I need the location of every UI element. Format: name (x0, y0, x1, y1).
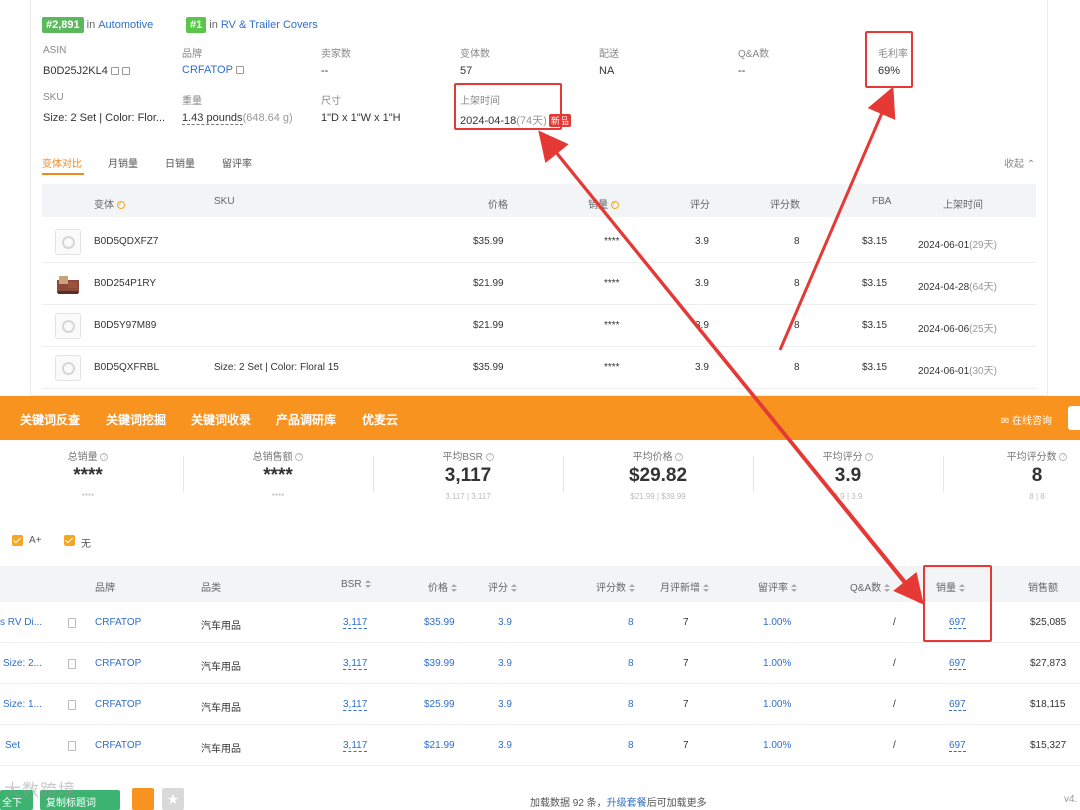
arrow-to-margin (778, 86, 896, 351)
annotation-arrows (538, 86, 924, 605)
screenshot-root: #2,891 in Automotive #1 in RV & Trailer Cove… (0, 0, 1080, 810)
arrow-to-sales (540, 134, 924, 605)
